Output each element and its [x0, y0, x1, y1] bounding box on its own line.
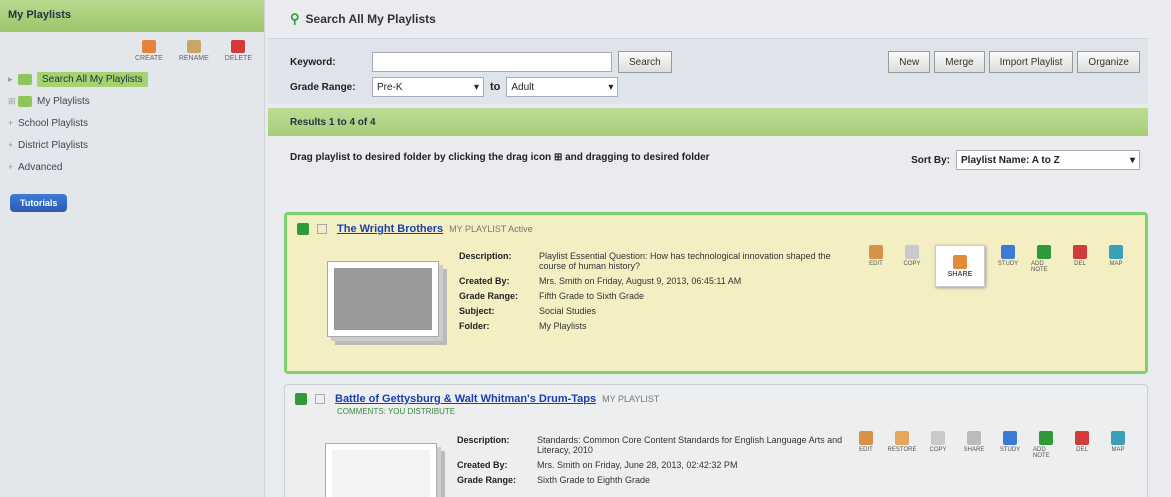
study-icon [1001, 245, 1015, 259]
expand-playlist-icon[interactable] [297, 223, 309, 235]
grade-range-label: Grade Range: [290, 81, 356, 93]
main-panel: ⚲ Search All My Playlists Keyword: Searc… [268, 0, 1148, 497]
merge-button[interactable]: Merge [934, 51, 985, 73]
import-playlist-button[interactable]: Import Playlist [988, 51, 1074, 73]
chevron-down-icon: ▾ [1129, 154, 1135, 166]
sort-control: Sort By: Playlist Name: A to Z ▾ [911, 150, 1140, 170]
playlist-card[interactable]: Battle of Gettysburg & Walt Whitman's Dr… [284, 384, 1148, 497]
share-button[interactable]: SHARE [961, 431, 987, 459]
tree-item-advanced[interactable]: + Advanced [8, 156, 256, 178]
rename-icon [186, 40, 201, 53]
expand-icon[interactable]: ▸ [8, 74, 18, 85]
drag-handle-icon[interactable] [317, 224, 327, 234]
expand-playlist-icon[interactable] [295, 393, 307, 405]
playlist-title-link[interactable]: The Wright Brothers [337, 223, 443, 235]
grade-from-select[interactable]: Pre-K ▾ [372, 77, 484, 97]
tree-item-school-playlists[interactable]: + School Playlists [8, 112, 256, 134]
map-button[interactable]: MAP [1105, 431, 1131, 459]
search-form: Keyword: Search Grade Range: Pre-K ▾ to … [268, 38, 1148, 104]
page-title: ⚲ Search All My Playlists [290, 11, 436, 26]
expand-icon[interactable]: + [8, 162, 18, 172]
delete-icon [1073, 245, 1087, 259]
add-note-button[interactable]: ADD NOTE [1031, 245, 1057, 287]
sidebar-title: My Playlists [0, 0, 264, 32]
sidebar: My Playlists CREATE RENAME DELETE ▸ Sear… [0, 0, 265, 497]
playlist-tree: ▸ Search All My Playlists ⊞ My Playlists… [0, 66, 264, 180]
sort-label: Sort By: [911, 154, 950, 166]
new-button[interactable]: New [888, 51, 931, 73]
sort-select[interactable]: Playlist Name: A to Z ▾ [956, 150, 1140, 170]
delete-button[interactable]: DEL [1069, 431, 1095, 459]
playlist-details: Description: Standards: Common Core Conte… [457, 435, 843, 485]
share-button[interactable]: SHARE [935, 245, 985, 287]
copy-icon [931, 431, 945, 445]
tutorials-button[interactable]: Tutorials [10, 194, 68, 212]
drag-text: Drag playlist to desired folder by click… [290, 152, 710, 163]
new-folder-icon [141, 40, 156, 53]
keyword-input[interactable] [372, 52, 612, 72]
grade-to-select[interactable]: Adult ▾ [506, 77, 619, 97]
delete-button[interactable]: DEL [1067, 245, 1093, 287]
drag-instructions: Drag playlist to desired folder by click… [268, 136, 1148, 196]
add-note-icon [1039, 431, 1053, 445]
restore-button[interactable]: RESTORE [888, 431, 916, 459]
chevron-down-icon: ▾ [473, 81, 479, 93]
map-icon [1111, 431, 1125, 445]
chevron-down-icon: ▾ [608, 81, 614, 93]
delete-icon [231, 40, 246, 53]
playlist-details: Description: Playlist Essential Question:… [459, 251, 831, 331]
playlist-actions: EDIT RESTORE COPY SHARE STUDY ADD NOTE D… [853, 431, 1131, 459]
organize-button[interactable]: Organize [1077, 51, 1140, 73]
add-note-icon [1037, 245, 1051, 259]
edit-button[interactable]: EDIT [863, 245, 889, 287]
tree-item-district-playlists[interactable]: + District Playlists [8, 134, 256, 156]
action-buttons: New Merge Import Playlist Organize [884, 51, 1140, 73]
delete-button[interactable]: DELETE [225, 40, 252, 62]
search-icon: ⚲ [290, 11, 300, 26]
share-icon [953, 254, 967, 269]
restore-icon [895, 431, 909, 445]
playlist-subtag: COMMENTS: YOU DISTRIBUTE [337, 407, 456, 416]
tree-item-search-all[interactable]: ▸ Search All My Playlists [8, 68, 256, 90]
edit-icon [859, 431, 873, 445]
playlist-tag: MY PLAYLIST [602, 394, 660, 404]
study-icon [1003, 431, 1017, 445]
search-folder-icon [18, 73, 32, 85]
search-button[interactable]: Search [618, 51, 672, 73]
to-label: to [490, 81, 501, 93]
playlist-card[interactable]: The Wright Brothers MY PLAYLIST Active D… [284, 212, 1148, 374]
add-note-button[interactable]: ADD NOTE [1033, 431, 1059, 459]
share-icon [967, 431, 981, 445]
tree-item-my-playlists[interactable]: ⊞ My Playlists [8, 90, 256, 112]
study-button[interactable]: STUDY [997, 431, 1023, 459]
map-icon [1109, 245, 1123, 259]
sidebar-toolbar: CREATE RENAME DELETE [0, 32, 264, 66]
expand-icon[interactable]: ⊞ [8, 96, 18, 107]
copy-button[interactable]: COPY [925, 431, 951, 459]
playlist-thumbnail[interactable] [327, 261, 439, 337]
rename-button[interactable]: RENAME [179, 40, 209, 62]
edit-icon [869, 245, 883, 259]
expand-icon[interactable]: + [8, 118, 18, 128]
edit-button[interactable]: EDIT [853, 431, 879, 459]
expand-icon[interactable]: + [8, 140, 18, 150]
playlist-thumbnail[interactable] [325, 443, 437, 497]
create-button[interactable]: CREATE [135, 40, 163, 62]
drag-handle-icon[interactable] [315, 394, 325, 404]
playlist-tag: MY PLAYLIST Active [449, 224, 533, 234]
playlist-title-link[interactable]: Battle of Gettysburg & Walt Whitman's Dr… [335, 393, 596, 405]
playlist-actions: EDIT COPY SHARE STUDY ADD NOTE DEL MAP [863, 245, 1129, 287]
delete-icon [1075, 431, 1089, 445]
study-button[interactable]: STUDY [995, 245, 1021, 287]
results-bar: Results 1 to 4 of 4 [268, 108, 1148, 136]
copy-button[interactable]: COPY [899, 245, 925, 287]
copy-icon [905, 245, 919, 259]
keyword-label: Keyword: [290, 56, 336, 68]
map-button[interactable]: MAP [1103, 245, 1129, 287]
folder-icon [18, 95, 32, 107]
